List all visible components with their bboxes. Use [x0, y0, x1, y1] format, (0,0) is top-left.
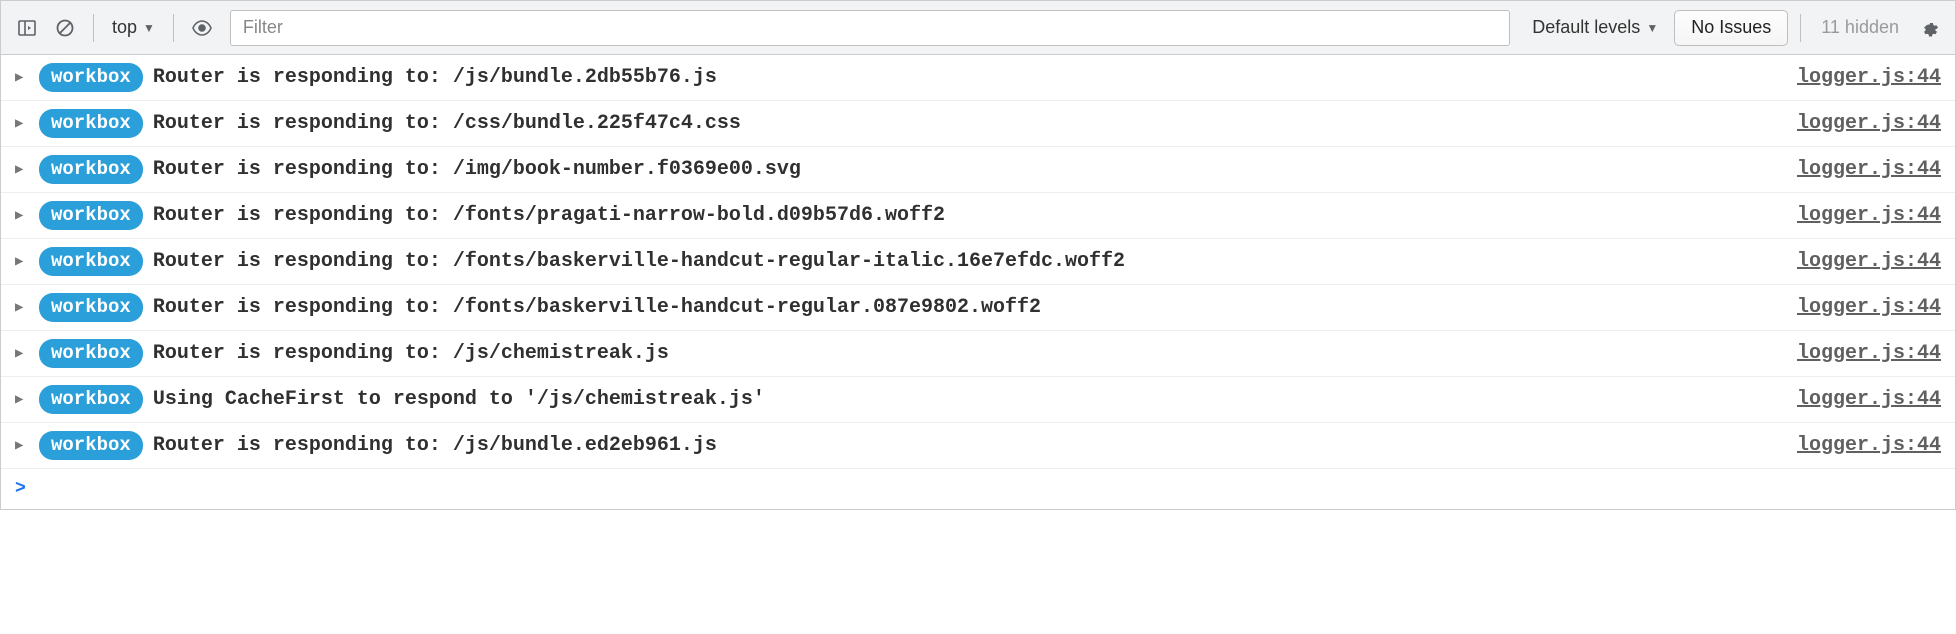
log-message: Router is responding to: /js/bundle.2db5…: [153, 66, 1787, 89]
live-expression-eye-icon[interactable]: [186, 12, 218, 44]
log-message: Router is responding to: /css/bundle.225…: [153, 112, 1787, 135]
log-row: ▶ workbox Router is responding to: /img/bo…: [1, 147, 1955, 193]
expand-arrow-icon[interactable]: ▶: [15, 69, 29, 86]
expand-arrow-icon[interactable]: ▶: [15, 437, 29, 454]
chevron-down-icon: ▼: [1646, 21, 1658, 35]
source-link[interactable]: logger.js:44: [1797, 250, 1941, 273]
chevron-down-icon: ▼: [143, 21, 155, 35]
expand-arrow-icon[interactable]: ▶: [15, 253, 29, 270]
source-link[interactable]: logger.js:44: [1797, 296, 1941, 319]
source-link[interactable]: logger.js:44: [1797, 204, 1941, 227]
log-row: ▶ workbox Router is responding to: /js/che…: [1, 331, 1955, 377]
workbox-badge: workbox: [39, 109, 143, 138]
context-label: top: [112, 17, 137, 38]
log-row: ▶ workbox Router is responding to: /js/bun…: [1, 423, 1955, 469]
log-message: Using CacheFirst to respond to '/js/chem…: [153, 388, 1787, 411]
log-message: Router is responding to: /fonts/baskervi…: [153, 296, 1787, 319]
source-link[interactable]: logger.js:44: [1797, 434, 1941, 457]
workbox-badge: workbox: [39, 385, 143, 414]
workbox-badge: workbox: [39, 293, 143, 322]
execution-context-select[interactable]: top ▼: [106, 13, 161, 42]
console-log-list: ▶ workbox Router is responding to: /js/bun…: [1, 55, 1955, 469]
issues-button[interactable]: No Issues: [1674, 10, 1788, 46]
workbox-badge: workbox: [39, 155, 143, 184]
toggle-console-sidebar-icon[interactable]: [11, 12, 43, 44]
log-levels-select[interactable]: Default levels ▼: [1522, 13, 1668, 42]
log-row: ▶ workbox Router is responding to: /css/bu…: [1, 101, 1955, 147]
source-link[interactable]: logger.js:44: [1797, 112, 1941, 135]
log-message: Router is responding to: /fonts/baskervi…: [153, 250, 1787, 273]
source-link[interactable]: logger.js:44: [1797, 158, 1941, 181]
log-message: Router is responding to: /fonts/pragati-…: [153, 204, 1787, 227]
toolbar-divider: [1800, 14, 1801, 42]
log-row: ▶ workbox Router is responding to: /fonts/…: [1, 193, 1955, 239]
log-row: ▶ workbox Using CacheFirst to respond to '…: [1, 377, 1955, 423]
expand-arrow-icon[interactable]: ▶: [15, 115, 29, 132]
workbox-badge: workbox: [39, 247, 143, 276]
levels-label: Default levels: [1532, 17, 1640, 38]
source-link[interactable]: logger.js:44: [1797, 342, 1941, 365]
log-message: Router is responding to: /js/bundle.ed2e…: [153, 434, 1787, 457]
workbox-badge: workbox: [39, 201, 143, 230]
log-message: Router is responding to: /js/chemistreak…: [153, 342, 1787, 365]
gear-icon[interactable]: [1913, 12, 1945, 44]
log-message: Router is responding to: /img/book-numbe…: [153, 158, 1787, 181]
console-prompt[interactable]: >: [1, 469, 1955, 509]
log-row: ▶ workbox Router is responding to: /fonts/…: [1, 285, 1955, 331]
source-link[interactable]: logger.js:44: [1797, 388, 1941, 411]
log-row: ▶ workbox Router is responding to: /js/bun…: [1, 55, 1955, 101]
hidden-messages-count[interactable]: 11 hidden: [1813, 17, 1907, 38]
toolbar-divider: [93, 14, 94, 42]
expand-arrow-icon[interactable]: ▶: [15, 207, 29, 224]
expand-arrow-icon[interactable]: ▶: [15, 299, 29, 316]
filter-input[interactable]: [230, 10, 1510, 46]
workbox-badge: workbox: [39, 63, 143, 92]
console-toolbar: top ▼ Default levels ▼ No Issues 11 hidd…: [1, 1, 1955, 55]
log-row: ▶ workbox Router is responding to: /fonts/…: [1, 239, 1955, 285]
clear-console-icon[interactable]: [49, 12, 81, 44]
expand-arrow-icon[interactable]: ▶: [15, 391, 29, 408]
toolbar-divider: [173, 14, 174, 42]
expand-arrow-icon[interactable]: ▶: [15, 345, 29, 362]
expand-arrow-icon[interactable]: ▶: [15, 161, 29, 178]
workbox-badge: workbox: [39, 431, 143, 460]
workbox-badge: workbox: [39, 339, 143, 368]
source-link[interactable]: logger.js:44: [1797, 66, 1941, 89]
